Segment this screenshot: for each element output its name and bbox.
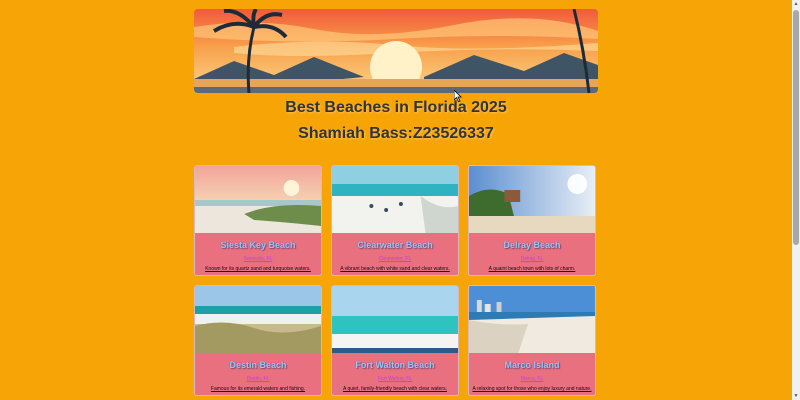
clearwater-photo [332,166,458,233]
scroll-down-icon[interactable]: ▼ [793,393,799,399]
vertical-scrollbar[interactable]: ▲ ▼ [792,0,800,400]
beach-name[interactable]: Delray Beach [469,240,595,250]
beach-location-link[interactable]: Sarasota, FL [195,256,321,262]
beach-location-link[interactable]: Delray, FL [469,256,595,262]
scroll-up-icon[interactable]: ▲ [793,1,799,7]
beach-location-link[interactable]: Destin, FL [195,376,321,382]
beach-description: Famous for its emerald waters and fishin… [210,386,306,392]
beach-description: A quiet, family-friendly beach with clea… [343,386,447,392]
beach-location-link[interactable]: Fort Walton, FL [332,376,458,382]
fort-walton-photo [332,286,458,353]
beach-name[interactable]: Marco Island [469,360,595,370]
beach-name[interactable]: Siesta Key Beach [195,240,321,250]
beach-card: Marco Island Marco, FL A relaxing spot f… [468,285,596,396]
beach-description: A quaint beach town with lots of charm. [488,266,576,272]
marco-island-photo [469,286,595,353]
mouse-cursor-icon [454,90,462,102]
beach-card: Destin Beach Destin, FL Famous for its e… [194,285,322,396]
beach-card: Fort Walton Beach Fort Walton, FL A quie… [331,285,459,396]
delray-photo [469,166,595,233]
beach-description: A vibrant beach with white sand and clea… [340,266,450,272]
page-subtitle: Shamiah Bass:Z23526337 [298,125,494,142]
beach-description: Known for its quartz sand and turquoise … [205,266,311,272]
beach-card: Siesta Key Beach Sarasota, FL Known for … [194,165,322,276]
beach-card: Clearwater Beach Clearwater, FL A vibran… [331,165,459,276]
beach-card: Delray Beach Delray, FL A quaint beach t… [468,165,596,276]
destin-photo [195,286,321,353]
beach-location-link[interactable]: Marco, FL [469,376,595,382]
beach-location-link[interactable]: Clearwater, FL [332,256,458,262]
page-title: Best Beaches in Florida 2025 [285,99,507,116]
beach-name[interactable]: Destin Beach [195,360,321,370]
banner-image [194,9,598,93]
beach-name[interactable]: Fort Walton Beach [332,360,458,370]
scroll-thumb[interactable] [793,10,799,245]
beach-name[interactable]: Clearwater Beach [332,240,458,250]
beach-description: A relaxing spot for those who enjoy luxu… [472,386,592,392]
siesta-key-photo [195,166,321,233]
